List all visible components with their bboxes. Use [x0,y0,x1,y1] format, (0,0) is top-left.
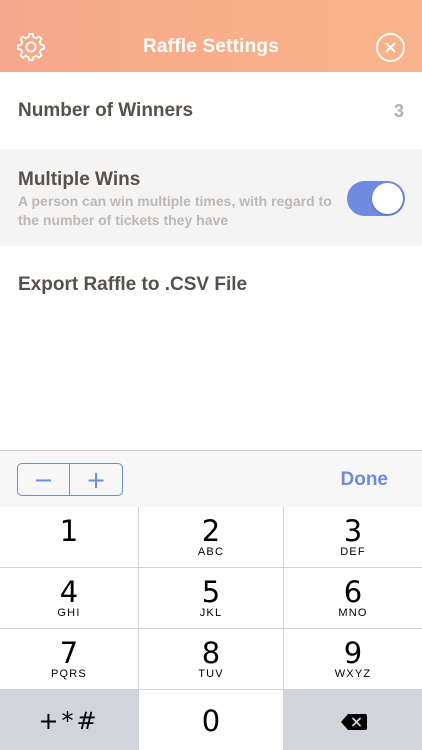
done-button[interactable]: Done [341,469,389,491]
multiple-wins-description: A person can win multiple times, with re… [18,193,332,228]
page-title: Raffle Settings [142,36,280,57]
key-7-number: 7 [59,636,79,670]
key-4-number: 4 [59,575,79,609]
key-6-letters: MNO [338,607,368,619]
key-3-number: 3 [343,514,363,548]
key-4[interactable]: 4 GHI [0,568,138,628]
key-7-letters: PQRS [51,668,87,680]
key-2-letters: ABC [197,546,225,558]
export-csv-label: Export Raffle to .CSV File [18,274,248,295]
key-8-letters: TUV [198,668,224,680]
key-3[interactable]: 3 DEF [284,507,422,567]
key-5[interactable]: 5 JKL [139,568,283,628]
toggle-knob [372,183,403,214]
increment-button[interactable]: + [70,464,122,495]
key-0-number: 0 [201,704,221,738]
key-2-number: 2 [201,514,221,548]
key-2[interactable]: 2 ABC [139,507,283,567]
navigation-header: Raffle Settings [0,0,422,72]
key-0[interactable]: 0 [139,690,283,750]
key-9[interactable]: 9 WXYZ [284,629,422,689]
key-1[interactable]: 1 [0,507,138,567]
value-stepper: − + [17,463,123,496]
key-8[interactable]: 8 TUV [139,629,283,689]
decrement-button[interactable]: − [18,464,70,495]
backspace-icon [341,714,367,730]
number-of-winners-label: Number of Winners [18,100,194,121]
key-8-number: 8 [201,636,221,670]
close-circle-icon[interactable] [376,33,405,62]
key-5-number: 5 [201,575,221,609]
key-1-number: 1 [59,514,79,548]
key-6[interactable]: 6 MNO [284,568,422,628]
number-of-winners-row[interactable]: Number of Winners 3 [0,72,422,149]
key-9-number: 9 [343,636,363,670]
key-3-letters: DEF [340,546,366,558]
export-csv-row[interactable]: Export Raffle to .CSV File [0,246,422,324]
key-symbols-label: +*# [38,707,100,735]
number-of-winners-value[interactable]: 3 [394,101,404,122]
keyboard-accessory-bar: − + Done [0,450,422,507]
multiple-wins-label: Multiple Wins [18,169,141,190]
multiple-wins-toggle[interactable] [347,181,405,216]
key-symbols[interactable]: +*# [0,690,138,750]
key-4-letters: GHI [57,607,81,619]
key-7[interactable]: 7 PQRS [0,629,138,689]
key-5-letters: JKL [199,607,223,619]
key-9-letters: WXYZ [334,668,372,680]
key-6-number: 6 [343,575,363,609]
